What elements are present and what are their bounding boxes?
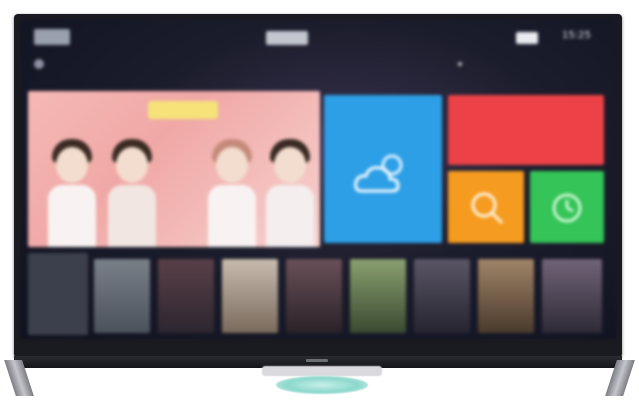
hero-person-1 bbox=[46, 127, 98, 247]
hero-feature-tile[interactable] bbox=[28, 91, 320, 247]
brand-logo bbox=[34, 29, 70, 45]
tv-screen: 15:25 bbox=[20, 19, 616, 339]
poster-5[interactable] bbox=[350, 259, 406, 333]
indicator-dot bbox=[458, 62, 462, 66]
nav-tab-2[interactable] bbox=[148, 31, 194, 45]
poster-4[interactable] bbox=[286, 259, 342, 333]
clock: 15:25 bbox=[562, 30, 591, 41]
poster-8[interactable] bbox=[542, 259, 602, 333]
poster-1[interactable] bbox=[94, 259, 150, 333]
search-icon bbox=[471, 192, 504, 225]
top-nav-bar: 15:25 bbox=[20, 19, 616, 53]
poster-2[interactable] bbox=[158, 259, 214, 333]
cloud-sun-icon bbox=[354, 154, 403, 193]
search-tile[interactable] bbox=[448, 171, 524, 243]
poster-6[interactable] bbox=[414, 259, 470, 333]
status-badge bbox=[516, 32, 538, 44]
stand-base bbox=[276, 376, 368, 394]
poster-7[interactable] bbox=[478, 259, 534, 333]
red-info-tile[interactable] bbox=[448, 95, 604, 165]
weather-tile[interactable] bbox=[324, 95, 442, 243]
history-icon bbox=[552, 193, 582, 223]
poster-3[interactable] bbox=[222, 259, 278, 333]
hero-person-2 bbox=[106, 127, 158, 247]
nav-tab-1[interactable] bbox=[86, 31, 132, 45]
nav-tab-3[interactable] bbox=[212, 31, 252, 45]
brand-badge bbox=[306, 359, 328, 362]
nav-tab-4[interactable] bbox=[266, 31, 308, 45]
hero-person-4 bbox=[264, 127, 316, 247]
stand-neck bbox=[262, 366, 382, 376]
hero-person-3 bbox=[206, 127, 258, 247]
bottom-category-panel[interactable] bbox=[28, 253, 88, 335]
nav-tab-5[interactable] bbox=[326, 31, 368, 45]
hero-banner bbox=[148, 101, 218, 119]
history-tile[interactable] bbox=[530, 171, 604, 243]
notification-icon bbox=[34, 59, 44, 69]
ticker-row bbox=[34, 57, 604, 71]
